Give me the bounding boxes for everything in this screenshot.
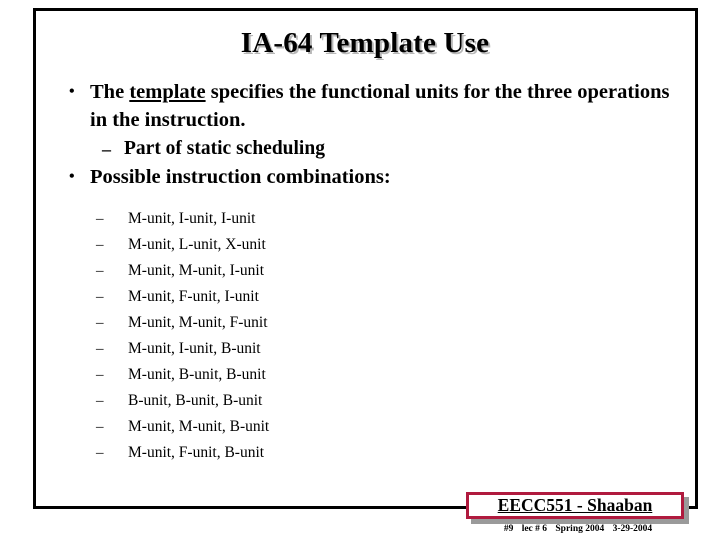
footer-meta: #9 lec # 6 Spring 2004 3-29-2004 [466, 524, 690, 534]
bullet-text-emphasis: template [129, 81, 206, 103]
list-item: – M-unit, I-unit, B-unit [48, 336, 548, 362]
list-item: – M-unit, F-unit, B-unit [48, 440, 548, 466]
date-label: 3-29-2004 [612, 524, 653, 534]
list-item-label: M-unit, L-unit, X-unit [128, 236, 266, 253]
term-label: Spring 2004 [555, 524, 605, 534]
lecture-number: lec # 6 [521, 524, 548, 534]
bullet-dot-icon: • [69, 83, 75, 100]
list-item: – M-unit, I-unit, I-unit [48, 206, 548, 232]
dash-marker-icon: – [96, 341, 104, 357]
list-item-label: M-unit, M-unit, B-unit [128, 418, 270, 435]
bullet-item-combinations: • Possible instruction combinations: [48, 163, 678, 191]
list-item-label: B-unit, B-unit, B-unit [128, 392, 263, 409]
badge-box: EECC551 - Shaaban [466, 492, 684, 519]
list-item-label: M-unit, M-unit, F-unit [128, 314, 268, 331]
dash-marker-icon: – [96, 419, 104, 435]
course-badge: EECC551 - Shaaban [466, 492, 689, 524]
list-item-label: M-unit, M-unit, I-unit [128, 262, 265, 279]
dash-marker-icon: – [102, 139, 111, 159]
dash-marker-icon: – [96, 367, 104, 383]
list-item: – M-unit, F-unit, I-unit [48, 284, 548, 310]
bullet-list: • The template specifies the functional … [48, 78, 678, 191]
sub-bullet-text: Part of static scheduling [124, 138, 325, 159]
bullet-text-prefix: The [90, 81, 130, 103]
dash-marker-icon: – [96, 237, 104, 253]
page-title: IA-64 Template Use [240, 27, 490, 59]
dash-marker-icon: – [96, 263, 104, 279]
list-item: – M-unit, L-unit, X-unit [48, 232, 548, 258]
dash-marker-icon: – [96, 211, 104, 227]
bullet-text: Possible instruction combinations: [90, 166, 391, 188]
list-item: – M-unit, B-unit, B-unit [48, 362, 548, 388]
dash-marker-icon: – [96, 393, 104, 409]
bullet-item-template: • The template specifies the functional … [48, 78, 678, 134]
list-item-label: M-unit, F-unit, I-unit [128, 288, 259, 305]
list-item-label: M-unit, I-unit, I-unit [128, 210, 256, 227]
list-item-label: M-unit, I-unit, B-unit [128, 340, 261, 357]
slide: IA-64 Template Use • The template specif… [0, 0, 720, 540]
list-item: – B-unit, B-unit, B-unit [48, 388, 548, 414]
sub-bullet-item-static-scheduling: – Part of static scheduling [48, 135, 678, 163]
list-item-label: M-unit, F-unit, B-unit [128, 444, 265, 461]
dash-marker-icon: – [96, 315, 104, 331]
dash-marker-icon: – [96, 289, 104, 305]
list-item: – M-unit, M-unit, B-unit [48, 414, 548, 440]
dash-marker-icon: – [96, 445, 104, 461]
list-item: – M-unit, M-unit, I-unit [48, 258, 548, 284]
list-item: – M-unit, M-unit, F-unit [48, 310, 548, 336]
slide-number: #9 [503, 524, 514, 534]
bullet-dot-icon: • [69, 168, 75, 185]
badge-label: EECC551 - Shaaban [497, 495, 653, 515]
instruction-combination-list: – M-unit, I-unit, I-unit – M-unit, L-uni… [48, 206, 548, 466]
list-item-label: M-unit, B-unit, B-unit [128, 366, 266, 383]
